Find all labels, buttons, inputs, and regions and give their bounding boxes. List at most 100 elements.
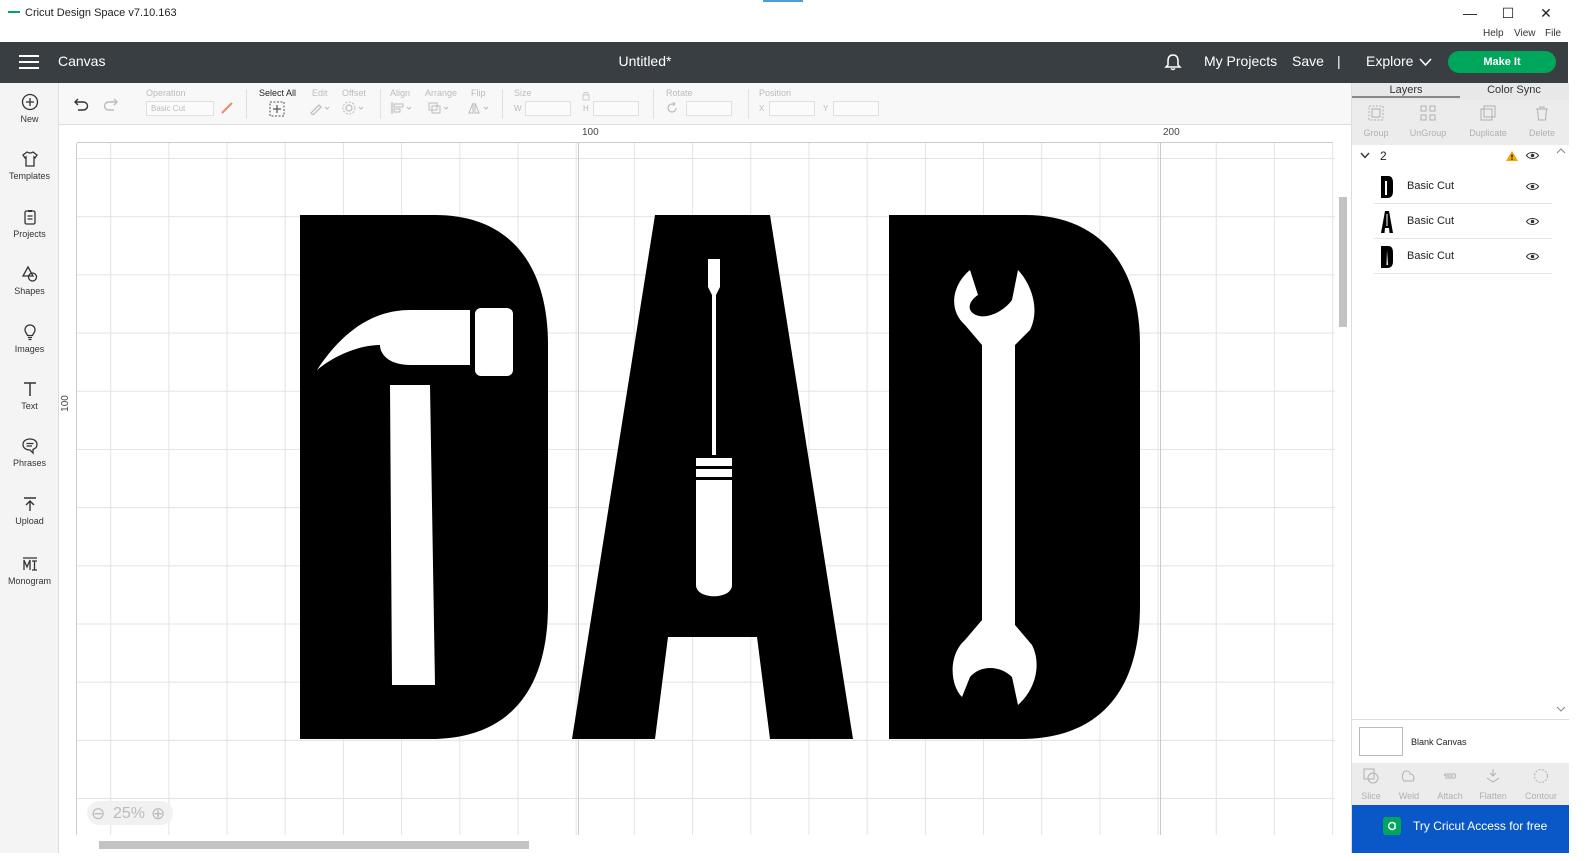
sidebar-item-new[interactable]: New: [0, 93, 59, 143]
ruler-left: 100: [59, 143, 77, 843]
layer-row[interactable]: Basic Cut: [1374, 239, 1552, 274]
cricut-access-banner[interactable]: Try Cricut Access for free: [1352, 805, 1569, 853]
operation-select[interactable]: Basic Cut: [146, 101, 214, 116]
blank-canvas-row[interactable]: Blank Canvas: [1352, 719, 1569, 763]
header-separator: |: [1337, 53, 1341, 69]
minimize-button[interactable]: —: [1456, 4, 1484, 22]
zoom-out-button[interactable]: ⊖: [91, 804, 105, 824]
layers-scrollbar[interactable]: [1553, 145, 1569, 715]
height-input[interactable]: [593, 101, 639, 116]
menu-file[interactable]: File: [1545, 28, 1561, 39]
lock-icon[interactable]: [582, 91, 590, 101]
app-icon: [8, 11, 20, 13]
rotate-icon: [667, 101, 677, 113]
design-canvas[interactable]: 100 200 100 ⊖ 25% ⊕: [59, 125, 1351, 853]
zoom-control: ⊖ 25% ⊕: [87, 801, 173, 825]
group-name: 2: [1380, 149, 1387, 163]
rotate-input[interactable]: [686, 101, 732, 116]
x-label: X: [759, 104, 765, 113]
bell-icon[interactable]: [1164, 53, 1182, 71]
align-icon[interactable]: [390, 101, 414, 115]
layer-row[interactable]: Basic Cut: [1374, 204, 1552, 239]
ruler-top: 100 200: [77, 125, 1333, 143]
y-input[interactable]: [833, 101, 879, 116]
pen-color-icon[interactable]: [220, 101, 234, 115]
horizontal-scrollbar[interactable]: [59, 835, 1351, 853]
tab-color-sync[interactable]: Color Sync: [1460, 84, 1568, 96]
eye-icon[interactable]: [1526, 182, 1539, 191]
contour-label: Contour: [1524, 791, 1558, 801]
app-header: Canvas Untitled* My Projects Save | Expl…: [0, 42, 1568, 83]
sidebar-item-phrases[interactable]: Phrases: [0, 437, 59, 487]
zoom-in-button[interactable]: ⊕: [151, 804, 165, 824]
sidebar-item-shapes[interactable]: Shapes: [0, 265, 59, 315]
layer-group-row[interactable]: 2: [1352, 145, 1552, 167]
duplicate-button[interactable]: Duplicate: [1463, 105, 1513, 138]
ungroup-button[interactable]: UnGroup: [1403, 105, 1453, 138]
sidebar-item-projects[interactable]: Projects: [0, 208, 59, 258]
flatten-button[interactable]: Flatten: [1468, 768, 1518, 801]
title-bar: Cricut Design Space v7.10.163 — ☐ ✕ Help…: [0, 0, 1568, 42]
ungroup-label: UnGroup: [1409, 128, 1447, 138]
contour-button[interactable]: Contour: [1516, 768, 1566, 801]
hamburger-menu-icon[interactable]: [19, 55, 39, 70]
letter-a-screwdriver[interactable]: [572, 215, 853, 739]
dad-design[interactable]: [300, 215, 1142, 741]
letter-d-wrench[interactable]: [889, 215, 1140, 739]
layer-row[interactable]: Basic Cut: [1374, 169, 1552, 204]
edit-toolbar: Operation Basic Cut Select All Edit Offs…: [59, 83, 1351, 125]
undo-icon[interactable]: [72, 97, 89, 111]
group-button[interactable]: Group: [1351, 105, 1401, 138]
make-it-button[interactable]: Make It: [1448, 51, 1556, 73]
app-title: Cricut Design Space v7.10.163: [25, 7, 177, 19]
explore-menu[interactable]: Explore: [1366, 53, 1413, 69]
menu-view[interactable]: View: [1514, 28, 1536, 39]
save-button[interactable]: Save: [1292, 53, 1324, 69]
tab-layers[interactable]: Layers: [1352, 84, 1460, 98]
canvas-color-swatch[interactable]: [1359, 727, 1403, 756]
sidebar-item-upload[interactable]: Upload: [0, 495, 59, 545]
trash-icon: [1536, 106, 1548, 121]
slice-icon: [1363, 768, 1379, 784]
select-all-icon[interactable]: [269, 101, 285, 117]
panel-tabs: Layers Color Sync: [1352, 83, 1569, 100]
sidebar-label: Shapes: [14, 286, 45, 296]
x-input[interactable]: [769, 101, 815, 116]
warning-icon[interactable]: [1505, 150, 1519, 162]
offset-icon[interactable]: [342, 101, 366, 115]
plus-circle-icon: [21, 93, 38, 111]
close-button[interactable]: ✕: [1532, 4, 1560, 22]
delete-button[interactable]: Delete: [1517, 105, 1567, 138]
chevron-down-icon[interactable]: [1360, 152, 1370, 159]
eye-icon[interactable]: [1526, 217, 1539, 226]
offset-label: Offset: [342, 88, 366, 98]
flip-label: Flip: [471, 88, 486, 98]
toolbar-divider: [653, 89, 654, 119]
group-label: Group: [1363, 128, 1389, 138]
redo-icon[interactable]: [103, 97, 120, 111]
toolbar-divider: [380, 89, 381, 119]
horizontal-scroll-thumb[interactable]: [99, 841, 529, 849]
edit-icon[interactable]: [309, 101, 331, 115]
sidebar-item-templates[interactable]: Templates: [0, 150, 59, 200]
vertical-scrollbar[interactable]: [1335, 125, 1351, 835]
sidebar-item-monogram[interactable]: Monogram: [0, 555, 59, 605]
eye-icon[interactable]: [1526, 252, 1539, 261]
toolbar-divider: [748, 89, 749, 119]
width-input[interactable]: [525, 101, 571, 116]
letter-d-hammer[interactable]: [300, 215, 548, 739]
menu-help[interactable]: Help: [1483, 28, 1504, 39]
flip-icon[interactable]: [467, 101, 491, 115]
my-projects-link[interactable]: My Projects: [1204, 53, 1277, 69]
maximize-button[interactable]: ☐: [1494, 4, 1522, 22]
monogram-icon: [22, 557, 37, 571]
eye-icon[interactable]: [1526, 151, 1539, 160]
cricut-access-label: Try Cricut Access for free: [1413, 819, 1548, 833]
position-label: Position: [759, 88, 792, 98]
sidebar-item-images[interactable]: Images: [0, 323, 59, 373]
vertical-scroll-thumb[interactable]: [1339, 197, 1347, 327]
arrange-icon[interactable]: [427, 101, 451, 115]
sidebar-label: Images: [14, 344, 45, 354]
chevron-down-icon[interactable]: [1419, 58, 1432, 67]
sidebar-item-text[interactable]: Text: [0, 380, 59, 430]
